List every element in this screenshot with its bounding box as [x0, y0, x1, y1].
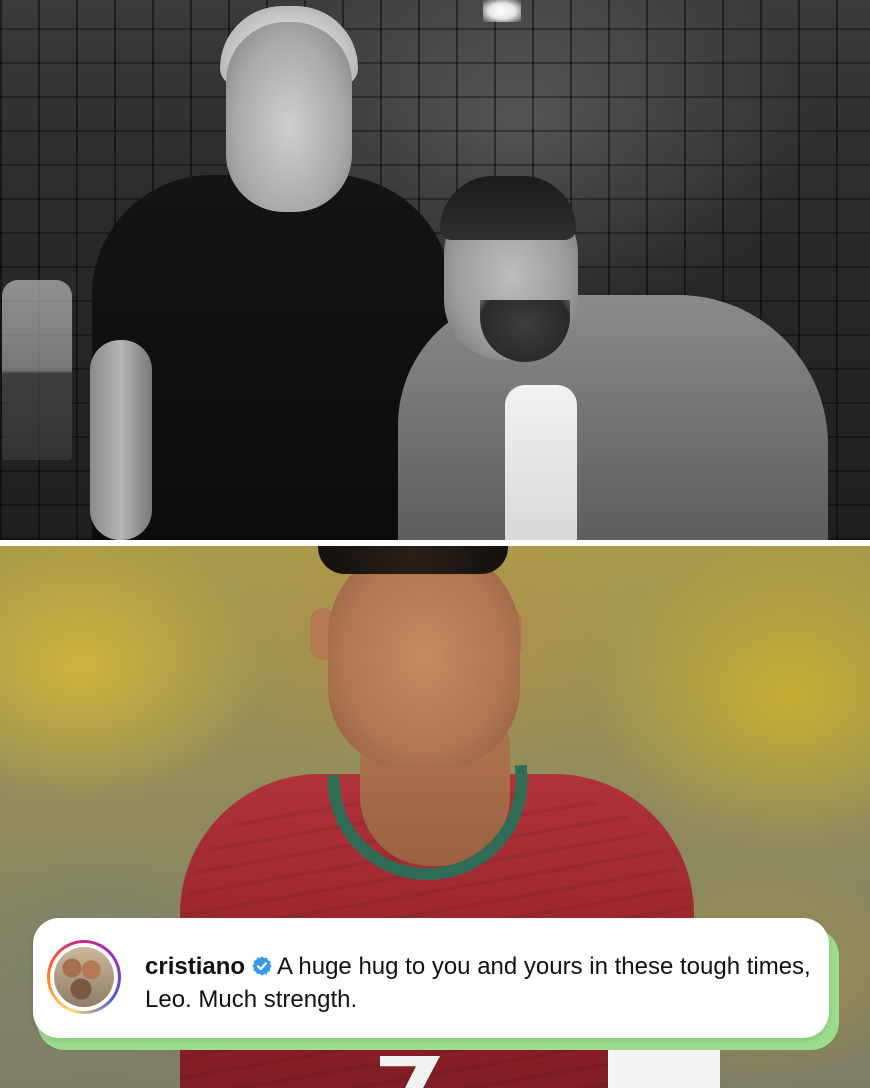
right-man-white-shirt — [505, 385, 577, 540]
top-photo — [0, 0, 870, 540]
left-man-head — [226, 22, 352, 212]
player-hair — [318, 546, 508, 574]
verified-badge-icon — [251, 953, 273, 976]
comment-body: cristiano A huge hug to you and yours in … — [145, 950, 815, 1016]
player-face — [328, 546, 520, 769]
comment-username[interactable]: cristiano — [145, 953, 245, 980]
comment-card: cristiano A huge hug to you and yours in … — [33, 918, 829, 1038]
captain-armband — [608, 1044, 720, 1088]
avatar-image — [54, 947, 114, 1007]
ceiling-lamp — [483, 0, 521, 22]
avatar[interactable] — [47, 940, 121, 1014]
avatar-gap — [50, 943, 118, 1011]
left-man-arm — [90, 340, 152, 540]
background-player — [2, 280, 72, 460]
